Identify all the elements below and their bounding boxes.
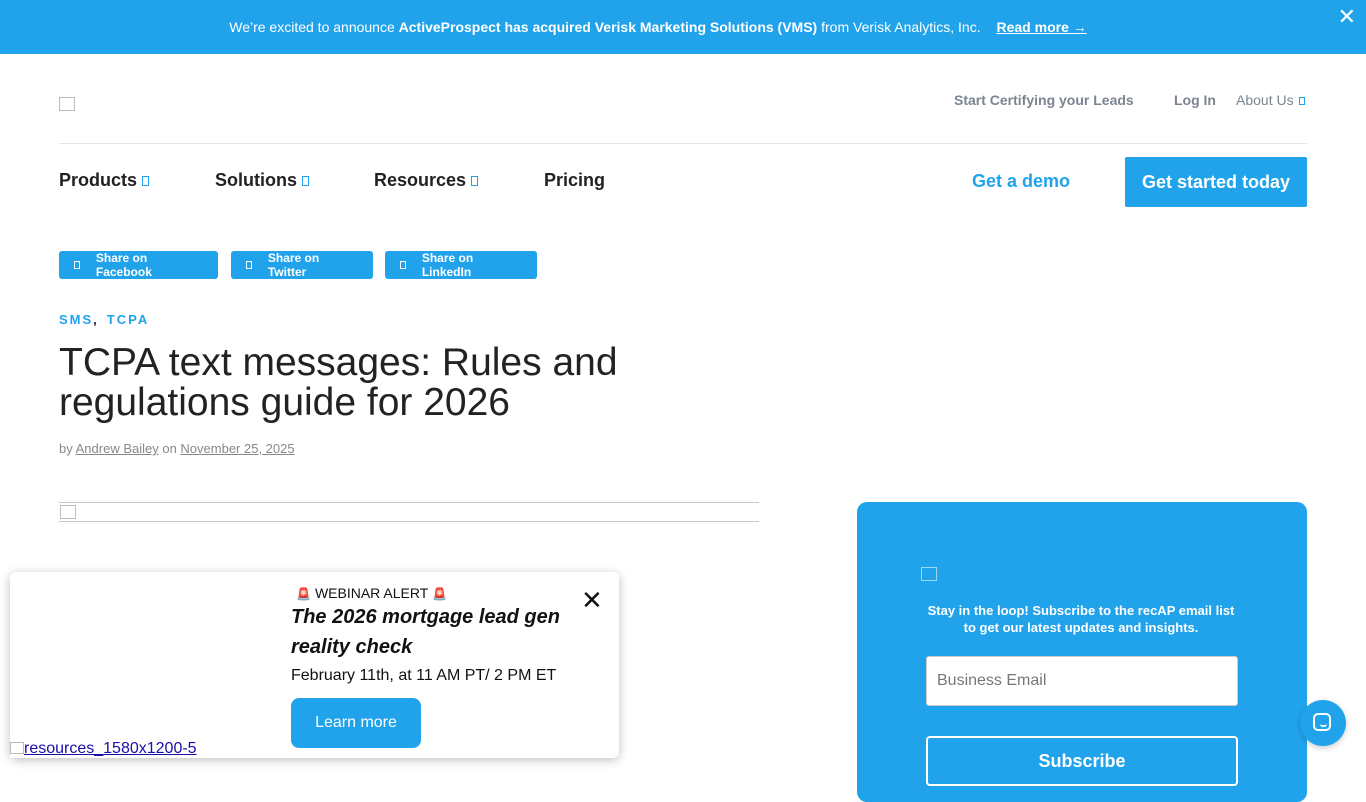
webinar-title: The 2026 mortgage lead gen reality check (291, 606, 560, 658)
get-demo-link[interactable]: Get a demo (972, 171, 1070, 192)
byline-on: on (158, 441, 181, 456)
top-link-login[interactable]: Log In (1174, 92, 1216, 108)
about-label: About Us (1236, 92, 1294, 108)
chat-launcher-button[interactable] (1300, 700, 1346, 746)
announcement-highlight: ActiveProspect has acquired Verisk Marke… (398, 19, 818, 35)
get-started-button[interactable]: Get started today (1125, 157, 1307, 207)
webinar-image-link[interactable]: resources_1580x1200-5 (10, 740, 199, 758)
siren-icon: 🚨 (432, 587, 448, 601)
announcement-text: We’re excited to announce ActiveProspect… (229, 19, 1087, 35)
broken-image-icon (10, 742, 24, 754)
top-link-certify[interactable]: Start Certifying your Leads (954, 92, 1134, 108)
chat-icon (1313, 713, 1331, 731)
broken-image-icon (60, 505, 76, 519)
nav-resources-label: Resources (374, 170, 467, 190)
learn-more-button[interactable]: Learn more (291, 698, 421, 748)
chevron-down-icon (142, 176, 150, 187)
nav-products[interactable]: Products (59, 170, 150, 191)
nav-pricing[interactable]: Pricing (544, 170, 605, 191)
announcement-banner: We’re excited to announce ActiveProspect… (0, 0, 1366, 54)
business-email-input[interactable] (926, 656, 1238, 706)
share-linkedin-label: Share on LinkedIn (421, 251, 474, 279)
author-link[interactable]: Andrew Bailey (76, 441, 159, 456)
nav-resources[interactable]: Resources (374, 170, 479, 191)
nav-solutions[interactable]: Solutions (215, 170, 309, 191)
twitter-icon (246, 261, 252, 269)
share-facebook-button[interactable]: Share on Facebook (59, 251, 218, 279)
read-more-link[interactable]: Read more → (997, 19, 1087, 35)
tag-sms[interactable]: SMS (59, 312, 93, 327)
article-hero-image (59, 502, 759, 522)
facebook-icon (74, 261, 80, 269)
chevron-down-icon (471, 176, 479, 187)
chevron-down-icon (1298, 97, 1305, 106)
date-link[interactable]: November 25, 2025 (180, 441, 294, 456)
subscribe-message: Stay in the loop! Subscribe to the recAP… (927, 603, 1235, 635)
webinar-popup: 🚨 WEBINAR ALERT 🚨 The 2026 mortgage lead g… (10, 572, 619, 758)
webinar-alert-text: WEBINAR ALERT (314, 585, 429, 601)
article-title: TCPA text messages: Rules and regulation… (59, 341, 618, 424)
nav-products-label: Products (59, 170, 138, 190)
share-linkedin-button[interactable]: Share on LinkedIn (385, 251, 537, 279)
subscribe-button[interactable]: Subscribe (926, 736, 1238, 786)
tag-tcpa[interactable]: TCPA (107, 312, 149, 327)
subscribe-card: Stay in the loop! Subscribe to the recAP… (857, 502, 1307, 802)
chevron-down-icon (302, 176, 309, 187)
webinar-date: February 11th, at 11 AM PT/ 2 PM ET (291, 667, 557, 684)
byline-by: by (59, 441, 76, 456)
article-byline: by Andrew Bailey on November 25, 2025 (59, 441, 295, 456)
tag-separator: , (93, 312, 97, 327)
share-twitter-button[interactable]: Share on Twitter (231, 251, 373, 279)
top-link-about[interactable]: About Us (1236, 92, 1305, 108)
broken-image-icon (921, 567, 937, 581)
popup-close-icon[interactable]: ✕ (581, 587, 603, 613)
webinar-image-alt: resources_1580x1200-5 (24, 740, 197, 757)
announcement-suffix: from Verisk Analytics, Inc. (817, 19, 981, 35)
nav-solutions-label: Solutions (215, 170, 297, 190)
banner-close-icon[interactable]: ✕ (1338, 6, 1356, 28)
header-divider (59, 143, 1307, 144)
announcement-prefix: We’re excited to announce (229, 19, 399, 35)
share-facebook-label: Share on Facebook (95, 251, 152, 279)
article-tags: SMS, TCPA (59, 312, 149, 327)
share-twitter-label: Share on Twitter (267, 251, 320, 279)
siren-icon: 🚨 (296, 587, 311, 601)
site-logo[interactable] (59, 97, 75, 111)
chat-smile (1320, 724, 1327, 727)
webinar-alert-label: 🚨 WEBINAR ALERT 🚨 (292, 585, 451, 601)
linkedin-icon (400, 261, 406, 269)
